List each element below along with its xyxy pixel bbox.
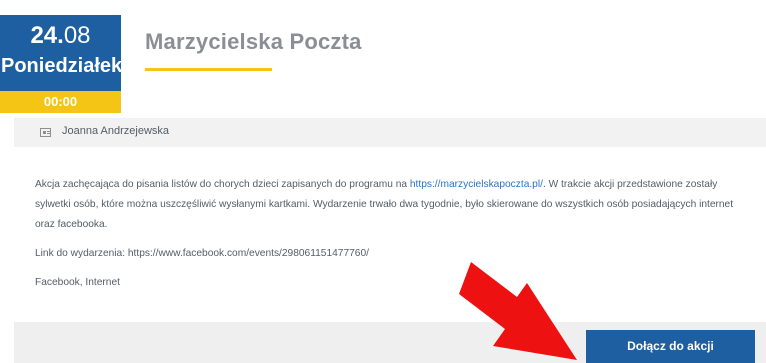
- event-time: 00:00: [0, 91, 121, 113]
- id-card-icon: [40, 128, 51, 137]
- event-link-line: Link do wydarzenia: https://www.facebook…: [35, 248, 369, 259]
- event-title: Marzycielska Poczta: [145, 29, 362, 54]
- author-name: Joanna Andrzejewska: [62, 125, 170, 137]
- event-page: 24.08 Poniedziałek 00:00 Marzycielska Po…: [0, 0, 766, 363]
- date-day: 24.: [30, 22, 64, 49]
- date-line: 24.08: [0, 23, 121, 49]
- date-month: 08: [63, 22, 91, 49]
- red-arrow-icon: [459, 262, 577, 360]
- description-paragraph: Akcja zachęcająca do pisania listów do c…: [35, 175, 750, 235]
- event-channels: Facebook, Internet: [35, 277, 120, 288]
- date-badge: 24.08 Poniedziałek 00:00: [0, 15, 121, 113]
- date-weekday: Poniedziałek: [1, 55, 121, 77]
- join-event-button[interactable]: Dołącz do akcji: [586, 330, 755, 363]
- date-block: 24.08 Poniedziałek: [0, 15, 121, 91]
- event-description: Akcja zachęcająca do pisania listów do c…: [35, 175, 750, 293]
- title-underline: [145, 68, 272, 71]
- arrow-shape: [459, 262, 577, 360]
- description-text-1: Akcja zachęcająca do pisania listów do c…: [35, 179, 410, 190]
- author-bar: Joanna Andrzejewska: [14, 118, 766, 147]
- organizer-link[interactable]: https://marzycielskapoczta.pl/: [410, 179, 543, 190]
